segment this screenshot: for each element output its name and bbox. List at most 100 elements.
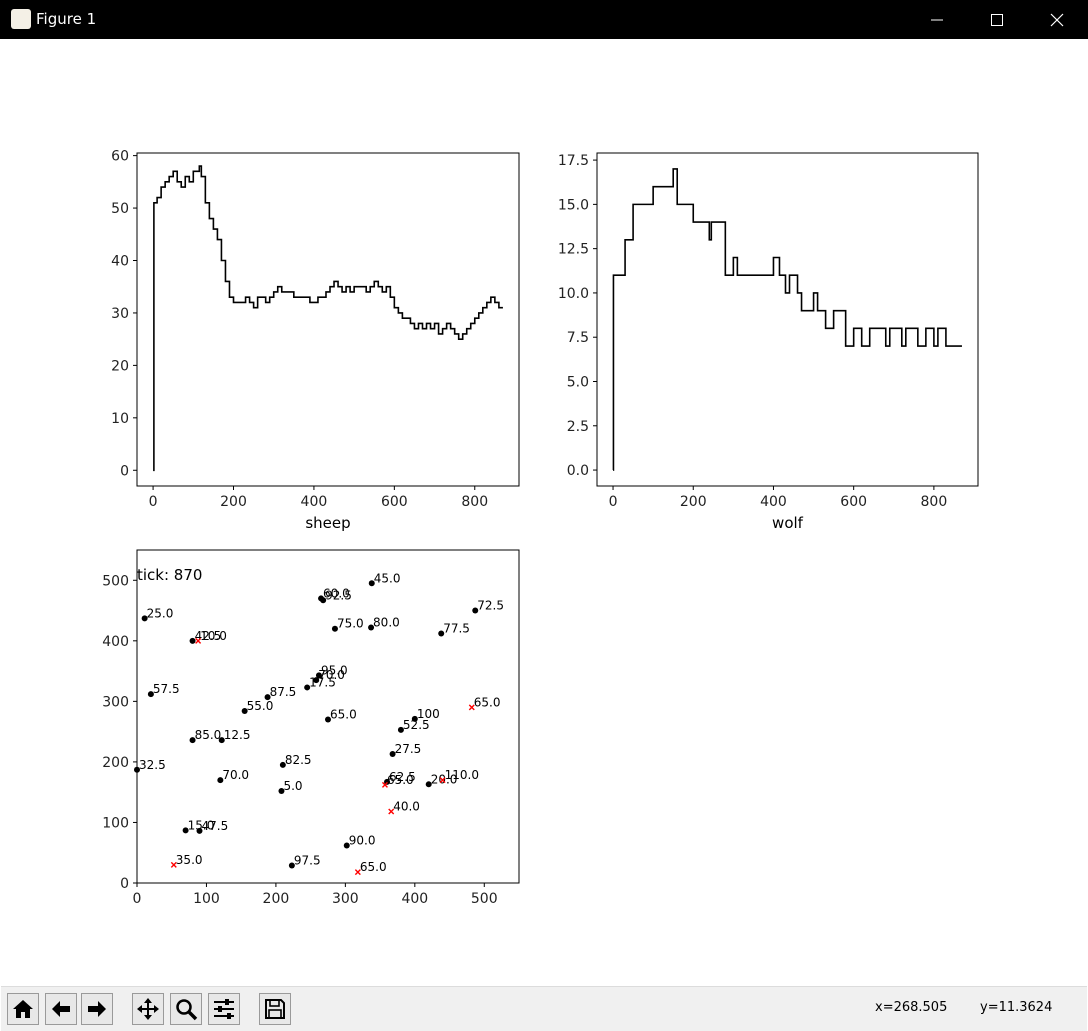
y-tick-label: 17.5 <box>558 153 589 169</box>
y-tick-label: 20 <box>111 358 129 374</box>
y-tick-label: 400 <box>102 634 129 650</box>
sheep-label: 70.0 <box>222 768 249 782</box>
x-tick-label: 200 <box>220 494 247 510</box>
sheep-label: 82.5 <box>285 753 312 767</box>
home-icon <box>13 1000 33 1018</box>
back-icon <box>52 1001 70 1017</box>
x-tick-label: 800 <box>461 494 488 510</box>
sheep-label: 90.0 <box>349 833 376 847</box>
wolf-label: 10.0 <box>200 629 227 643</box>
sheep-label: 72.5 <box>477 599 504 613</box>
axes-frame <box>136 152 520 487</box>
close-button[interactable] <box>1027 0 1087 39</box>
y-tick-label: 5.0 <box>567 374 589 390</box>
x-axis-label: sheep <box>305 514 350 532</box>
pan-icon <box>137 998 159 1020</box>
sheep-label: 97.5 <box>294 853 321 867</box>
zoom-icon <box>176 999 198 1021</box>
y-tick-label: 500 <box>102 573 129 589</box>
sheep-label: 85.0 <box>195 728 222 742</box>
x-tick-label: 800 <box>921 494 948 510</box>
sheep-label: 92.5 <box>325 588 352 602</box>
y-tick-label: 200 <box>102 755 129 771</box>
x-tick-label: 200 <box>263 891 290 907</box>
x-tick-label: 600 <box>840 494 867 510</box>
y-tick-label: 40 <box>111 254 129 270</box>
maximize-icon <box>991 14 1003 26</box>
y-tick-label: 60 <box>111 149 129 165</box>
sheep-label: 52.5 <box>403 718 430 732</box>
wolf-label: 65.0 <box>360 860 387 874</box>
x-coordinate-readout: x=268.505 <box>875 1000 948 1015</box>
x-tick-label: 400 <box>301 494 328 510</box>
sheep-label: 80.0 <box>373 615 400 629</box>
axes-frame <box>596 152 979 487</box>
sheep-label: 32.5 <box>139 758 166 772</box>
minimize-icon <box>931 19 943 21</box>
forward-button[interactable] <box>81 993 113 1025</box>
maximize-button[interactable] <box>967 0 1027 39</box>
sheep-label: 87.5 <box>270 685 297 699</box>
series-line-1 <box>153 165 503 472</box>
axes-2: 0 200 400 600 800 0.0 2.5 5.0 7.5 10.0 12.5 15.0 17.… <box>558 152 979 532</box>
back-button[interactable] <box>45 993 77 1025</box>
wolf-label: 65.0 <box>474 695 501 709</box>
x-axis-label: wolf <box>772 514 804 532</box>
y-tick-label: 7.5 <box>567 330 589 346</box>
pan-button[interactable] <box>132 993 164 1025</box>
sheep-label: 55.0 <box>247 699 274 713</box>
axes-1: 0 200 400 600 800 0 10 20 30 40 50 60 sheep <box>111 149 520 532</box>
configure-subplots-button[interactable] <box>208 993 240 1025</box>
wolf-label: 40.0 <box>393 800 420 814</box>
sheep-label: 27.5 <box>395 742 422 756</box>
axes-3: 0 100 200 300 400 500010020030040050060.092.5… <box>102 549 520 907</box>
save-icon <box>265 999 285 1019</box>
navigation-toolbar: x=268.505 y=11.3624 <box>1 986 1087 1031</box>
y-tick-label: 2.5 <box>567 419 589 435</box>
y-tick-label: 30 <box>111 306 129 322</box>
zoom-button[interactable] <box>170 993 202 1025</box>
figure-canvas[interactable]: 0 200 400 600 800 0 10 20 30 40 50 60 sheep 0 200 400 60… <box>1 39 1087 986</box>
sheep-label: 47.5 <box>202 819 229 833</box>
save-button[interactable] <box>259 993 291 1025</box>
y-tick-label: 100 <box>102 815 129 831</box>
wolf-label: 35.0 <box>176 853 203 867</box>
app-icon <box>11 9 31 29</box>
y-tick-label: 300 <box>102 694 129 710</box>
sheep-label: 65.0 <box>330 708 357 722</box>
y-tick-label: 15.0 <box>558 197 589 213</box>
x-tick-label: 500 <box>471 891 498 907</box>
y-coordinate-readout: y=11.3624 <box>980 1000 1053 1015</box>
home-button[interactable] <box>7 993 39 1025</box>
forward-icon <box>88 1001 106 1017</box>
title-bar: Figure 1 <box>0 0 1088 39</box>
y-tick-label: 12.5 <box>558 242 589 258</box>
sheep-label: 57.5 <box>153 682 180 696</box>
close-icon <box>1050 13 1064 27</box>
y-tick-label: 10 <box>111 411 129 427</box>
y-tick-label: 10.0 <box>558 286 589 302</box>
configure-icon <box>214 999 234 1019</box>
sheep-label: 5.0 <box>283 779 302 793</box>
y-tick-label: 50 <box>111 201 129 217</box>
x-tick-label: 0 <box>133 891 142 907</box>
x-tick-label: 0 <box>149 494 158 510</box>
x-tick-label: 100 <box>193 891 220 907</box>
y-tick-label: 0.0 <box>567 463 589 479</box>
window-title: Figure 1 <box>36 10 97 28</box>
y-tick-label: 0 <box>120 463 129 479</box>
sheep-label: 12.5 <box>224 728 251 742</box>
tick-annotation: tick: 870 <box>137 566 202 584</box>
x-tick-label: 400 <box>401 891 428 907</box>
x-tick-label: 400 <box>760 494 787 510</box>
sheep-label: 77.5 <box>443 622 470 636</box>
minimize-button[interactable] <box>907 0 967 39</box>
y-tick-label: 0 <box>120 876 129 892</box>
x-tick-label: 200 <box>680 494 707 510</box>
sheep-label: 45.0 <box>374 571 401 585</box>
sheep-label: 25.0 <box>147 606 174 620</box>
x-tick-label: 300 <box>332 891 359 907</box>
x-tick-label: 0 <box>609 494 618 510</box>
wolf-label: 110.0 <box>445 768 479 782</box>
wolf-label: 65.0 <box>387 773 414 787</box>
